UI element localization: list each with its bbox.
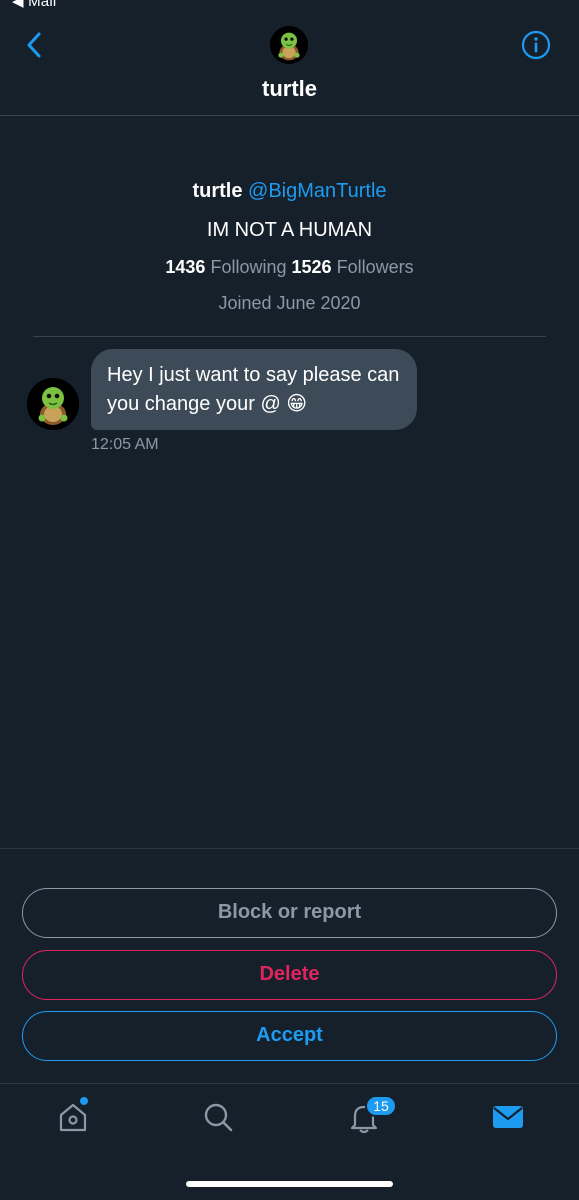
- home-indicator[interactable]: [186, 1181, 393, 1187]
- search-icon: [204, 1103, 233, 1132]
- profile-summary: turtle @BigManTurtle IM NOT A HUMAN 1436…: [0, 178, 579, 315]
- message-timestamp: 12:05 AM: [91, 436, 159, 453]
- profile-name-row[interactable]: turtle @BigManTurtle: [0, 178, 579, 204]
- notification-count-badge: 15: [365, 1095, 397, 1117]
- conversation-header: turtle: [0, 0, 579, 116]
- mail-icon: [493, 1106, 523, 1128]
- chevron-left-icon: [27, 32, 41, 58]
- delete-button[interactable]: Delete: [22, 950, 557, 1000]
- conversation-title[interactable]: turtle: [0, 76, 579, 102]
- profile-name: turtle: [192, 180, 243, 202]
- block-or-report-button[interactable]: Block or report: [22, 888, 557, 938]
- info-button[interactable]: [521, 30, 551, 60]
- profile-divider: [33, 336, 546, 337]
- accept-button[interactable]: Accept: [22, 1011, 557, 1061]
- followers-label: Followers: [336, 257, 414, 277]
- followers-count: 1526: [291, 257, 332, 277]
- following-count: 1436: [165, 257, 206, 277]
- actions-divider: [0, 848, 579, 849]
- back-button[interactable]: [22, 30, 46, 60]
- tab-search[interactable]: [200, 1099, 236, 1135]
- info-icon: [521, 30, 551, 60]
- message-bubble[interactable]: Hey I just want to say please can you ch…: [91, 349, 417, 430]
- following-label: Following: [210, 257, 287, 277]
- dm-request-screen: ◀ Mail turtle turtle @BigManTurtle IM NO…: [0, 0, 579, 1200]
- turtle-avatar-image: [27, 378, 79, 430]
- tab-messages[interactable]: [490, 1099, 526, 1135]
- profile-handle: @BigManTurtle: [248, 180, 387, 202]
- sender-avatar[interactable]: [27, 378, 79, 430]
- profile-bio: IM NOT A HUMAN: [206, 219, 373, 241]
- joined-date: Joined June 2020: [218, 293, 361, 313]
- header-avatar[interactable]: [270, 26, 308, 64]
- profile-stats: 1436 Following 1526 Followers: [0, 255, 579, 279]
- turtle-avatar-image: [270, 26, 308, 64]
- home-notification-dot: [80, 1097, 88, 1105]
